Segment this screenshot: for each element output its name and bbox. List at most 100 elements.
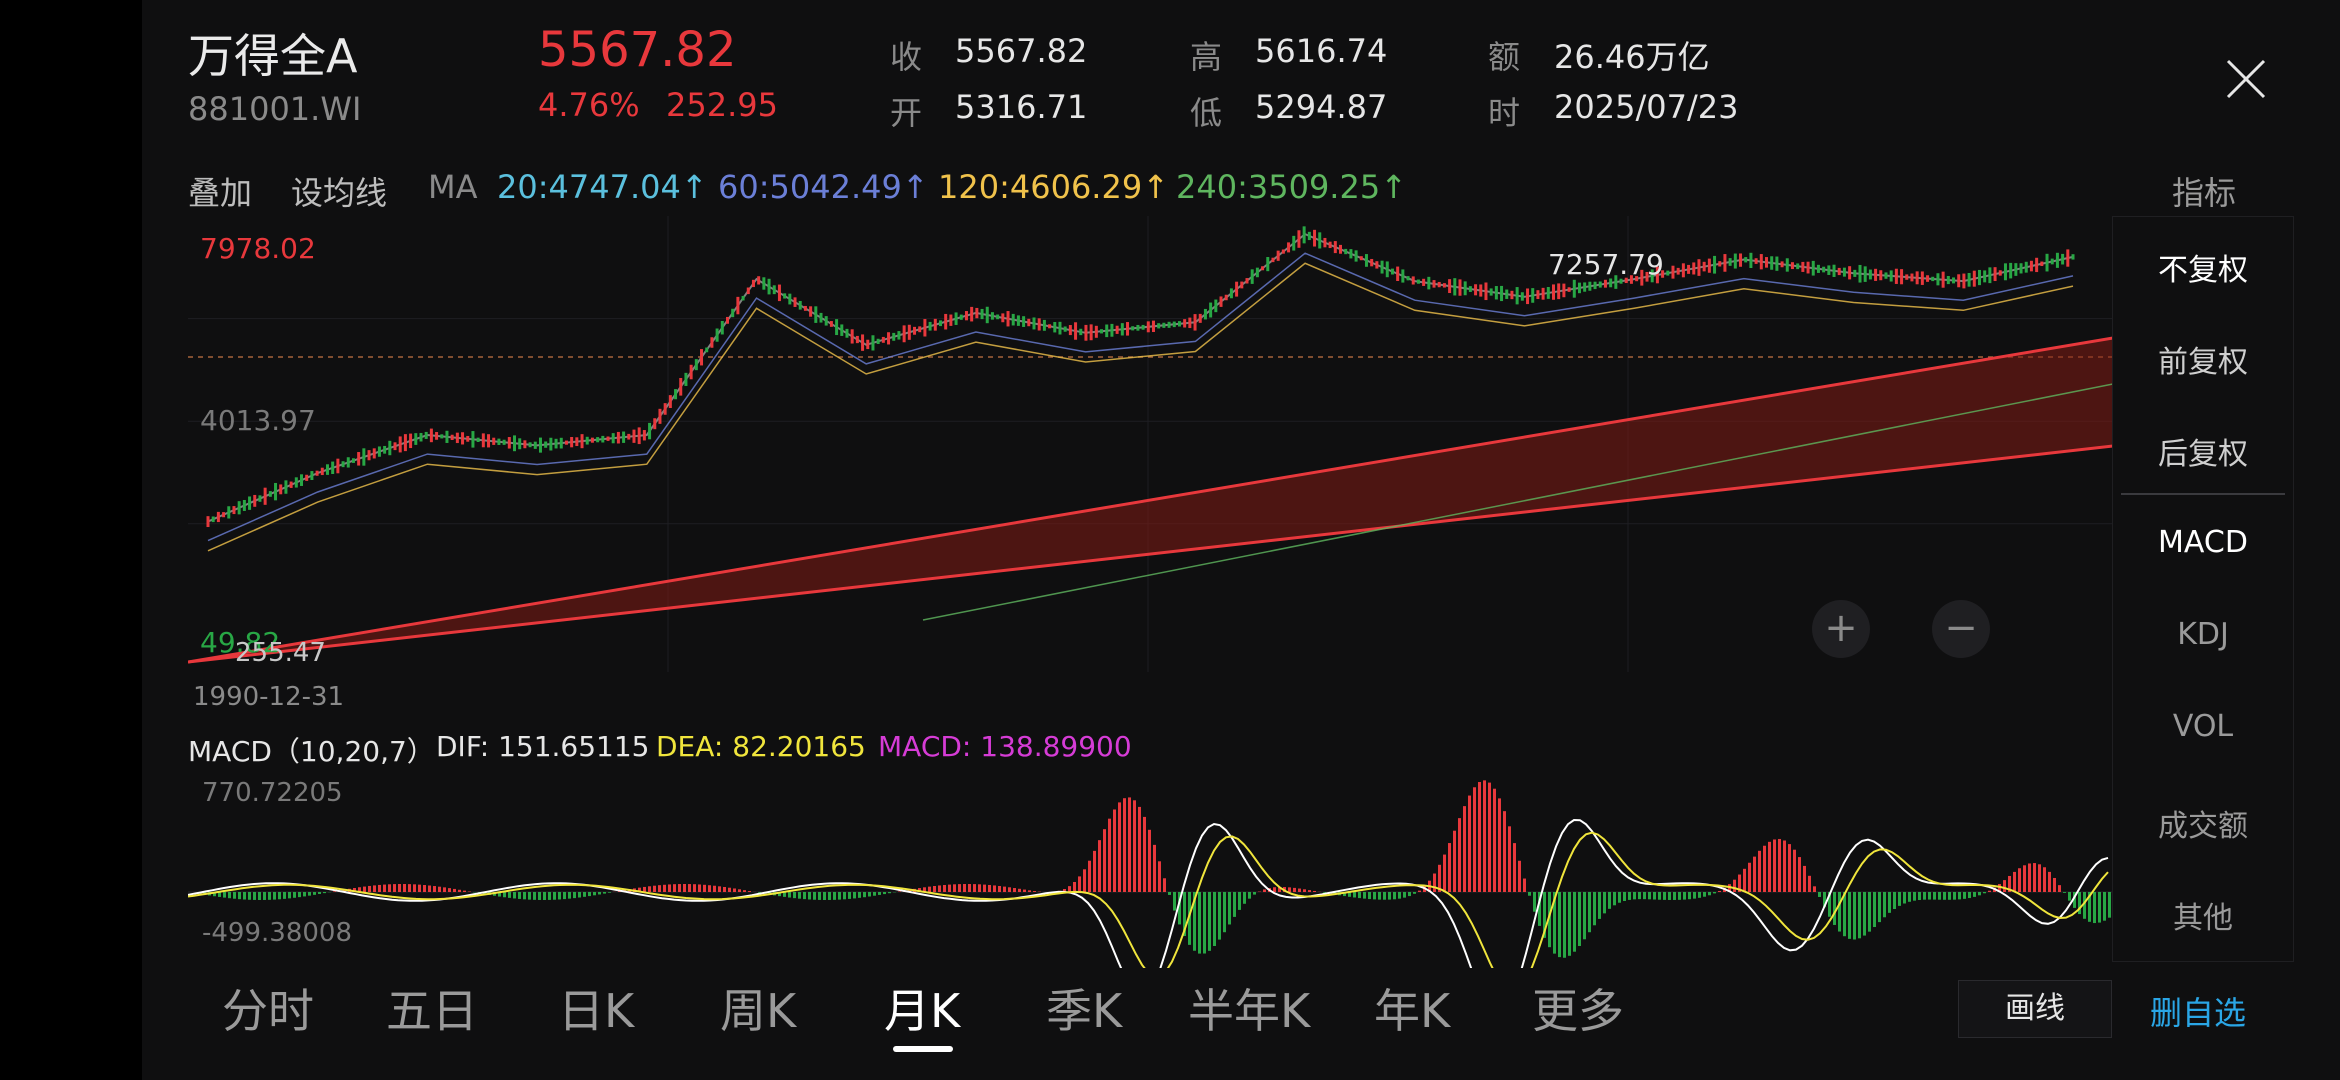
kline-candle: [1998, 270, 2002, 276]
macd-bar: [388, 884, 391, 892]
kline-candle: [481, 433, 485, 448]
kline-candle: [1868, 269, 1872, 280]
close-icon[interactable]: [2222, 55, 2270, 103]
macd-bar: [318, 892, 321, 895]
macd-bar: [1203, 892, 1206, 954]
macd-bar: [1153, 844, 1156, 892]
kline-candle: [793, 297, 797, 307]
macd-bar: [1703, 892, 1706, 897]
macd-bar: [1608, 892, 1611, 909]
macd-bar: [1248, 892, 1251, 899]
macd-bar: [878, 892, 881, 895]
draw-line-button[interactable]: 画线: [1958, 980, 2112, 1038]
macd-bar: [1208, 892, 1211, 951]
option-backward-adjust[interactable]: 后复权: [2113, 429, 2293, 473]
option-macd[interactable]: MACD: [2113, 525, 2293, 560]
kline-candle: [564, 440, 568, 445]
kline-candle: [637, 427, 641, 445]
kline-chart[interactable]: [187, 216, 2114, 672]
kline-candle: [1261, 266, 1265, 271]
kline-candle: [393, 442, 397, 451]
stat-high-label: 高: [1190, 38, 1223, 76]
macd-bar: [573, 892, 576, 899]
macd-bar: [1398, 892, 1401, 899]
macd-bar: [1018, 888, 1021, 892]
tab-yearly-k[interactable]: 年K: [1374, 975, 1450, 1041]
kline-candle: [1100, 329, 1104, 334]
tab-half-year-k[interactable]: 半年K: [1188, 975, 1310, 1041]
macd-bar: [1163, 878, 1166, 892]
kline-candle: [1962, 273, 1966, 289]
index-code: 881001.WI: [188, 90, 362, 128]
kline-candle: [1775, 256, 1779, 271]
zoom-in-button[interactable]: +: [1812, 600, 1870, 658]
macd-bar: [898, 891, 901, 892]
macd-bar: [1808, 875, 1811, 892]
macd-bar: [1148, 829, 1151, 892]
macd-bar: [1408, 892, 1411, 897]
remove-favorite-button[interactable]: 删自选: [2150, 988, 2246, 1034]
kline-candle: [331, 461, 335, 475]
kline-candle: [1874, 268, 1878, 281]
tab-intraday[interactable]: 分时: [222, 975, 314, 1041]
kline-candle: [2009, 262, 2013, 279]
tab-monthly-k[interactable]: 月K: [884, 975, 960, 1041]
macd-bar: [718, 886, 721, 892]
kline-candle: [1380, 260, 1384, 274]
kline-candle: [1598, 281, 1602, 288]
kline-candle: [1193, 314, 1197, 331]
option-no-adjust[interactable]: 不复权: [2113, 245, 2293, 289]
macd-bar: [583, 892, 586, 897]
tab-weekly-k[interactable]: 周K: [720, 975, 796, 1041]
kline-candle: [1131, 326, 1135, 331]
kline-candle: [1894, 268, 1898, 284]
kline-candle: [336, 458, 340, 474]
tab-quarterly-k[interactable]: 季K: [1046, 975, 1122, 1041]
macd-bar: [433, 886, 436, 892]
kline-candle: [1749, 252, 1753, 269]
macd-bar: [1488, 782, 1491, 892]
kline-candle: [985, 306, 989, 324]
kline-candle: [970, 306, 974, 322]
macd-bar: [1133, 800, 1136, 892]
kline-candle: [1422, 278, 1426, 286]
kline-candle: [1307, 231, 1311, 241]
option-kdj[interactable]: KDJ: [2113, 617, 2293, 652]
option-other[interactable]: 其他: [2113, 893, 2293, 937]
tab-five-day[interactable]: 五日: [386, 975, 478, 1041]
kline-candle: [1437, 281, 1441, 288]
macd-bar: [1028, 890, 1031, 892]
kline-candle: [975, 307, 979, 319]
tab-more[interactable]: 更多: [1532, 975, 1624, 1041]
kline-candle: [1666, 270, 1670, 276]
macd-bar: [1903, 892, 1906, 904]
kline-candle: [242, 499, 246, 511]
indicator-button[interactable]: 指标: [2172, 168, 2236, 214]
zoom-out-button[interactable]: −: [1932, 600, 1990, 658]
macd-bar: [958, 884, 961, 892]
macd-bar: [793, 892, 796, 899]
kline-candle: [1785, 258, 1789, 272]
macd-bar: [273, 892, 276, 900]
kline-candle: [341, 461, 345, 468]
macd-bar: [688, 884, 691, 892]
macd-bar: [2048, 871, 2051, 892]
macd-bar: [1773, 839, 1776, 892]
macd-bar: [1173, 892, 1176, 911]
macd-chart[interactable]: [187, 768, 2113, 1016]
kline-candle: [1988, 267, 1992, 284]
option-forward-adjust[interactable]: 前复权: [2113, 337, 2293, 381]
tab-daily-k[interactable]: 日K: [558, 975, 634, 1041]
kline-candle: [1728, 258, 1732, 266]
macd-bar: [673, 884, 676, 892]
chart-peak-label: 7257.79: [1548, 248, 1664, 281]
set-ma-button[interactable]: 设均线: [291, 168, 387, 214]
macd-bar: [1663, 892, 1666, 900]
overlay-button[interactable]: 叠加: [188, 168, 252, 214]
option-vol[interactable]: VOL: [2113, 709, 2293, 744]
kline-candle: [996, 314, 1000, 320]
macd-bar: [223, 892, 226, 898]
macd-bar: [1518, 860, 1521, 892]
kline-candle: [507, 437, 511, 449]
option-turnover[interactable]: 成交额: [2113, 801, 2293, 845]
